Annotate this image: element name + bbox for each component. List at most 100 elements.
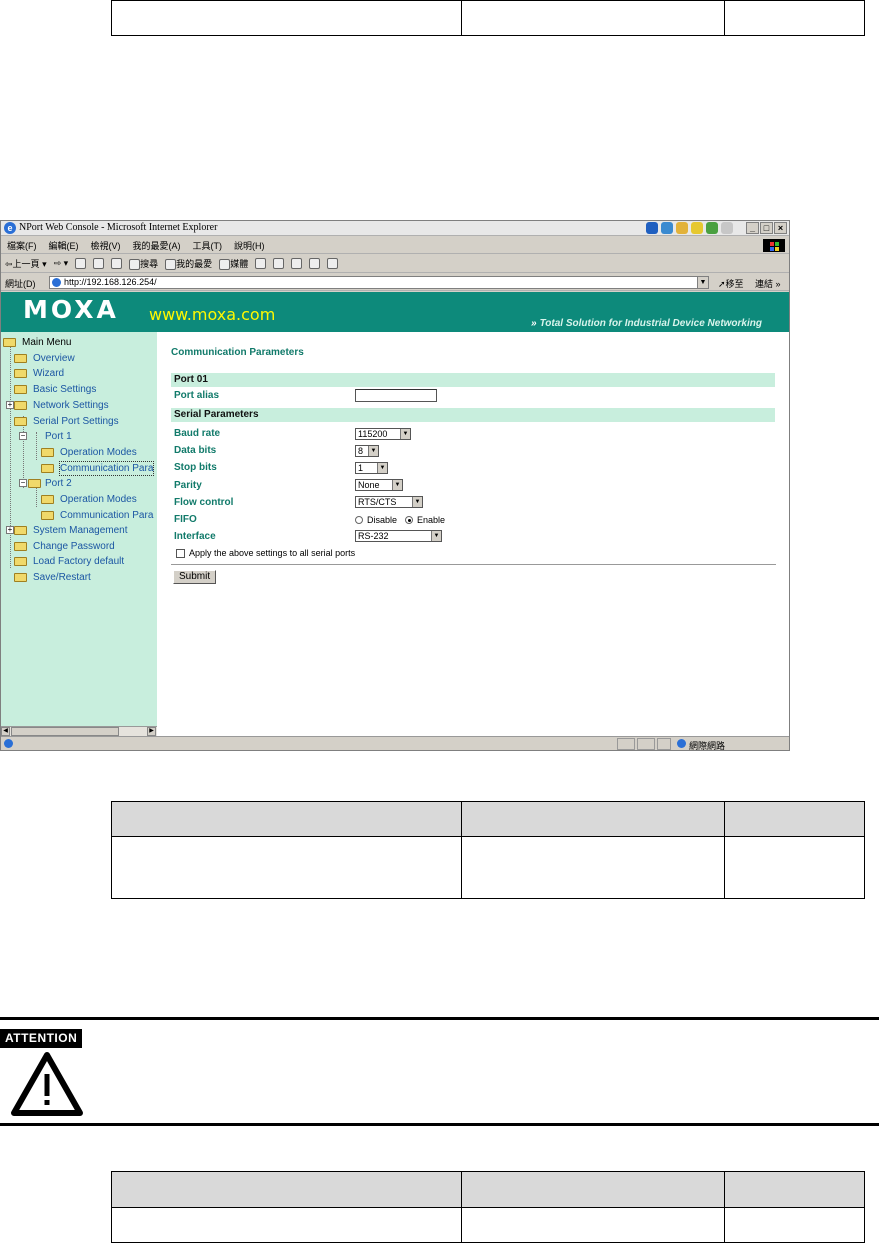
status-bar: 網際網路 (1, 736, 789, 750)
links-button[interactable]: 連結 » (755, 277, 781, 290)
search-icon (129, 259, 141, 271)
fifo-enable-radio[interactable] (405, 516, 413, 524)
globe-icon (677, 739, 686, 748)
forward-button[interactable]: ⇨ ▾ (54, 258, 69, 269)
folder-open-icon (14, 417, 27, 426)
menu-favorites[interactable]: 我的最愛(A) (133, 239, 181, 252)
chevron-down-icon: ▼ (368, 446, 378, 456)
attention-badge: ATTENTION (0, 1029, 83, 1048)
minimize-icon[interactable]: _ (746, 222, 759, 234)
back-button[interactable]: ⇦上一頁 ▾ (5, 257, 47, 270)
page-icon (52, 278, 61, 287)
data-bits-label: Data bits (174, 445, 217, 456)
collapse-icon[interactable]: − (19, 432, 27, 440)
warning-triangle-icon (11, 1052, 83, 1116)
content-pane: Communication Parameters Port 01 Port al… (157, 332, 789, 736)
scroll-thumb[interactable] (11, 727, 119, 736)
address-text: http://192.168.126.254/ (64, 277, 157, 287)
menu-edit[interactable]: 編輯(E) (49, 239, 79, 252)
interface-select[interactable]: RS-232 ▼ (355, 530, 442, 542)
menu-view[interactable]: 檢視(V) (91, 239, 121, 252)
expand-icon[interactable]: + (6, 526, 14, 534)
stop-icon[interactable] (75, 258, 87, 269)
chevron-down-icon[interactable]: ▼ (697, 277, 708, 288)
data-bits-select[interactable]: 8 ▼ (355, 445, 379, 457)
section-port: Port 01 (171, 373, 775, 387)
search-label: 搜尋 (140, 258, 159, 269)
parity-select[interactable]: None ▼ (355, 479, 403, 491)
table-header-cell (724, 801, 865, 837)
apply-all-checkbox[interactable] (176, 549, 185, 558)
flow-control-value: RTS/CTS (358, 497, 397, 507)
status-zone: 網際網路 (689, 741, 726, 751)
discuss-icon[interactable] (327, 258, 339, 269)
tray-icon (721, 222, 733, 234)
fifo-radio-group: Disable Enable (355, 514, 465, 526)
menu-tools[interactable]: 工具(T) (193, 239, 223, 252)
doc-table-middle (111, 801, 865, 899)
stop-bits-select[interactable]: 1 ▼ (355, 462, 388, 474)
moxa-banner: MOXA www.moxa.com » Total Solution for In… (1, 292, 789, 332)
chevron-down-icon: ▼ (412, 497, 422, 507)
history-icon[interactable] (255, 258, 267, 269)
collapse-icon[interactable]: − (19, 479, 27, 487)
media-icon (219, 259, 231, 271)
folder-icon (41, 511, 54, 520)
address-input[interactable]: http://192.168.126.254/ ▼ (49, 276, 709, 289)
folder-icon (41, 448, 54, 457)
divider (171, 564, 776, 565)
media-button[interactable]: 媒體 (219, 257, 249, 271)
fifo-enable-label: Enable (417, 515, 446, 525)
back-label: 上一頁 (12, 259, 40, 269)
data-bits-value: 8 (358, 446, 364, 456)
folder-icon (14, 573, 27, 582)
scroll-left-icon[interactable]: ◀ (1, 727, 10, 736)
fifo-disable-label: Disable (367, 515, 398, 525)
tray-icon (661, 222, 673, 234)
tree-horizontal-scrollbar[interactable]: ◀ ▶ (1, 726, 157, 736)
windows-logo-icon (763, 239, 785, 252)
media-label: 媒體 (230, 258, 249, 269)
fifo-disable-radio[interactable] (355, 516, 363, 524)
toolbar: ⇦上一頁 ▾ ⇨ ▾ 搜尋 我的最愛 媒體 (1, 255, 789, 273)
edit-icon[interactable] (309, 258, 321, 269)
baud-rate-select[interactable]: 115200 ▼ (355, 428, 411, 440)
chevron-down-icon: ▼ (392, 480, 402, 490)
tray-icon (646, 222, 658, 234)
table-cell (724, 1207, 865, 1243)
table-cell (461, 0, 725, 36)
table-header-cell (461, 801, 725, 837)
chevron-down-icon: ▼ (400, 429, 410, 439)
page-title: Communication Parameters (171, 347, 304, 358)
table-cell (461, 836, 725, 899)
folder-icon (14, 526, 27, 535)
browser-window: e NPort Web Console - Microsoft Internet… (0, 220, 790, 751)
favorites-button[interactable]: 我的最愛 (165, 257, 213, 271)
expand-icon[interactable]: + (6, 401, 14, 409)
nav-tree: Main Menu Overview Wizard Basic Settings… (1, 332, 157, 726)
go-label: 移至 (725, 279, 744, 289)
close-icon[interactable]: × (774, 222, 787, 234)
menu-file[interactable]: 檔案(F) (7, 239, 37, 252)
flow-control-select[interactable]: RTS/CTS ▼ (355, 496, 423, 508)
fifo-label: FIFO (174, 514, 197, 525)
menu-help[interactable]: 說明(H) (234, 239, 265, 252)
print-icon[interactable] (291, 258, 303, 269)
refresh-icon[interactable] (93, 258, 105, 269)
tray-icons (646, 222, 733, 235)
submit-button[interactable]: Submit (173, 570, 217, 584)
title-bar: e NPort Web Console - Microsoft Internet… (1, 221, 789, 236)
search-button[interactable]: 搜尋 (129, 257, 159, 271)
banner-tagline: » Total Solution for Industrial Device Ne… (531, 318, 762, 329)
favorites-label: 我的最愛 (176, 258, 213, 269)
parity-label: Parity (174, 480, 202, 491)
folder-icon (14, 401, 27, 410)
maximize-icon[interactable]: □ (760, 222, 773, 234)
home-icon[interactable] (111, 258, 123, 269)
go-button[interactable]: ➚移至 (718, 277, 744, 290)
port-alias-input[interactable] (355, 389, 437, 402)
links-label: 連結 (755, 279, 774, 289)
attention-bottom-rule (0, 1123, 879, 1126)
scroll-right-icon[interactable]: ▶ (147, 727, 156, 736)
mail-icon[interactable] (273, 258, 285, 269)
